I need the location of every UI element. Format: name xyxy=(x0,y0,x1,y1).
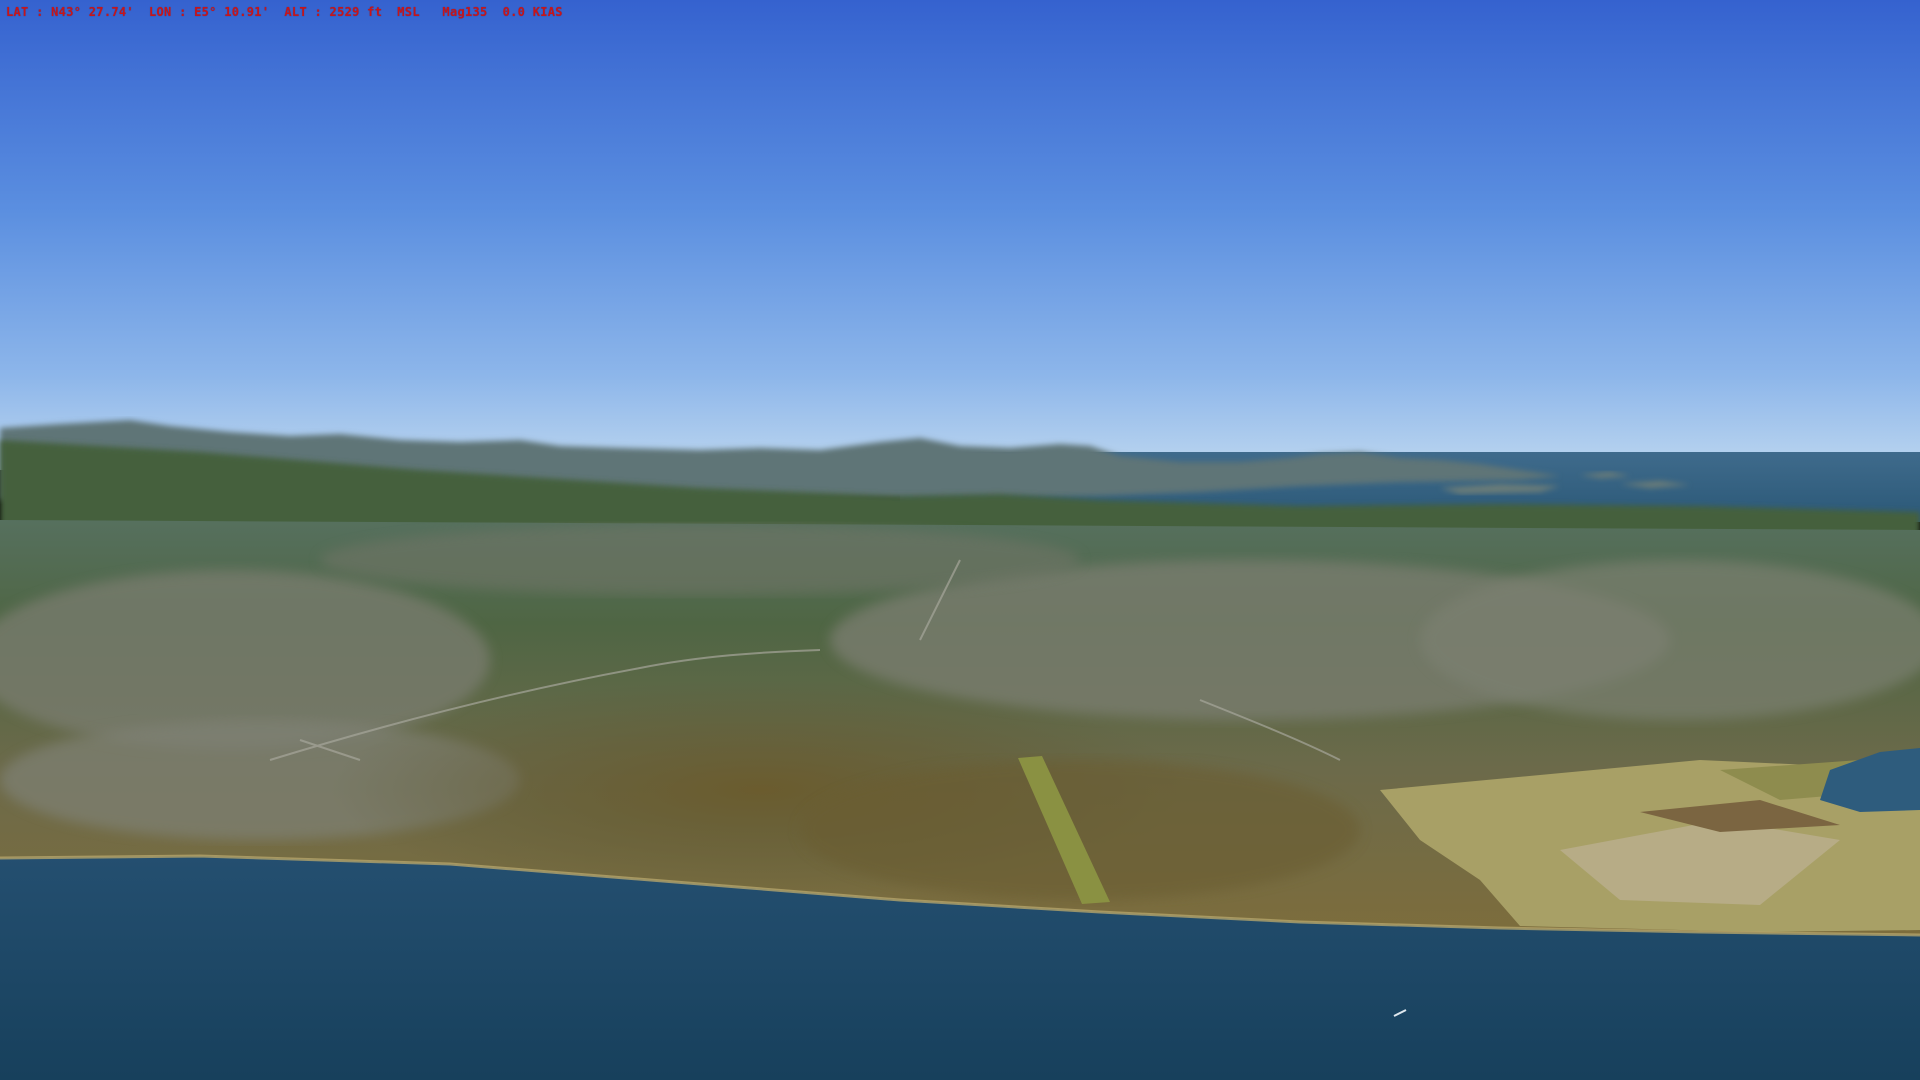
town-far xyxy=(320,525,1080,595)
flight-sim-viewport[interactable]: LAT : N43° 27.74' LON : E5° 10.91' ALT :… xyxy=(0,0,1920,1080)
sky xyxy=(0,0,1920,470)
aerial-scenery xyxy=(0,0,1920,1080)
town-right xyxy=(1420,560,1920,720)
position-readout: LAT : N43° 27.74' LON : E5° 10.91' ALT :… xyxy=(6,5,563,19)
